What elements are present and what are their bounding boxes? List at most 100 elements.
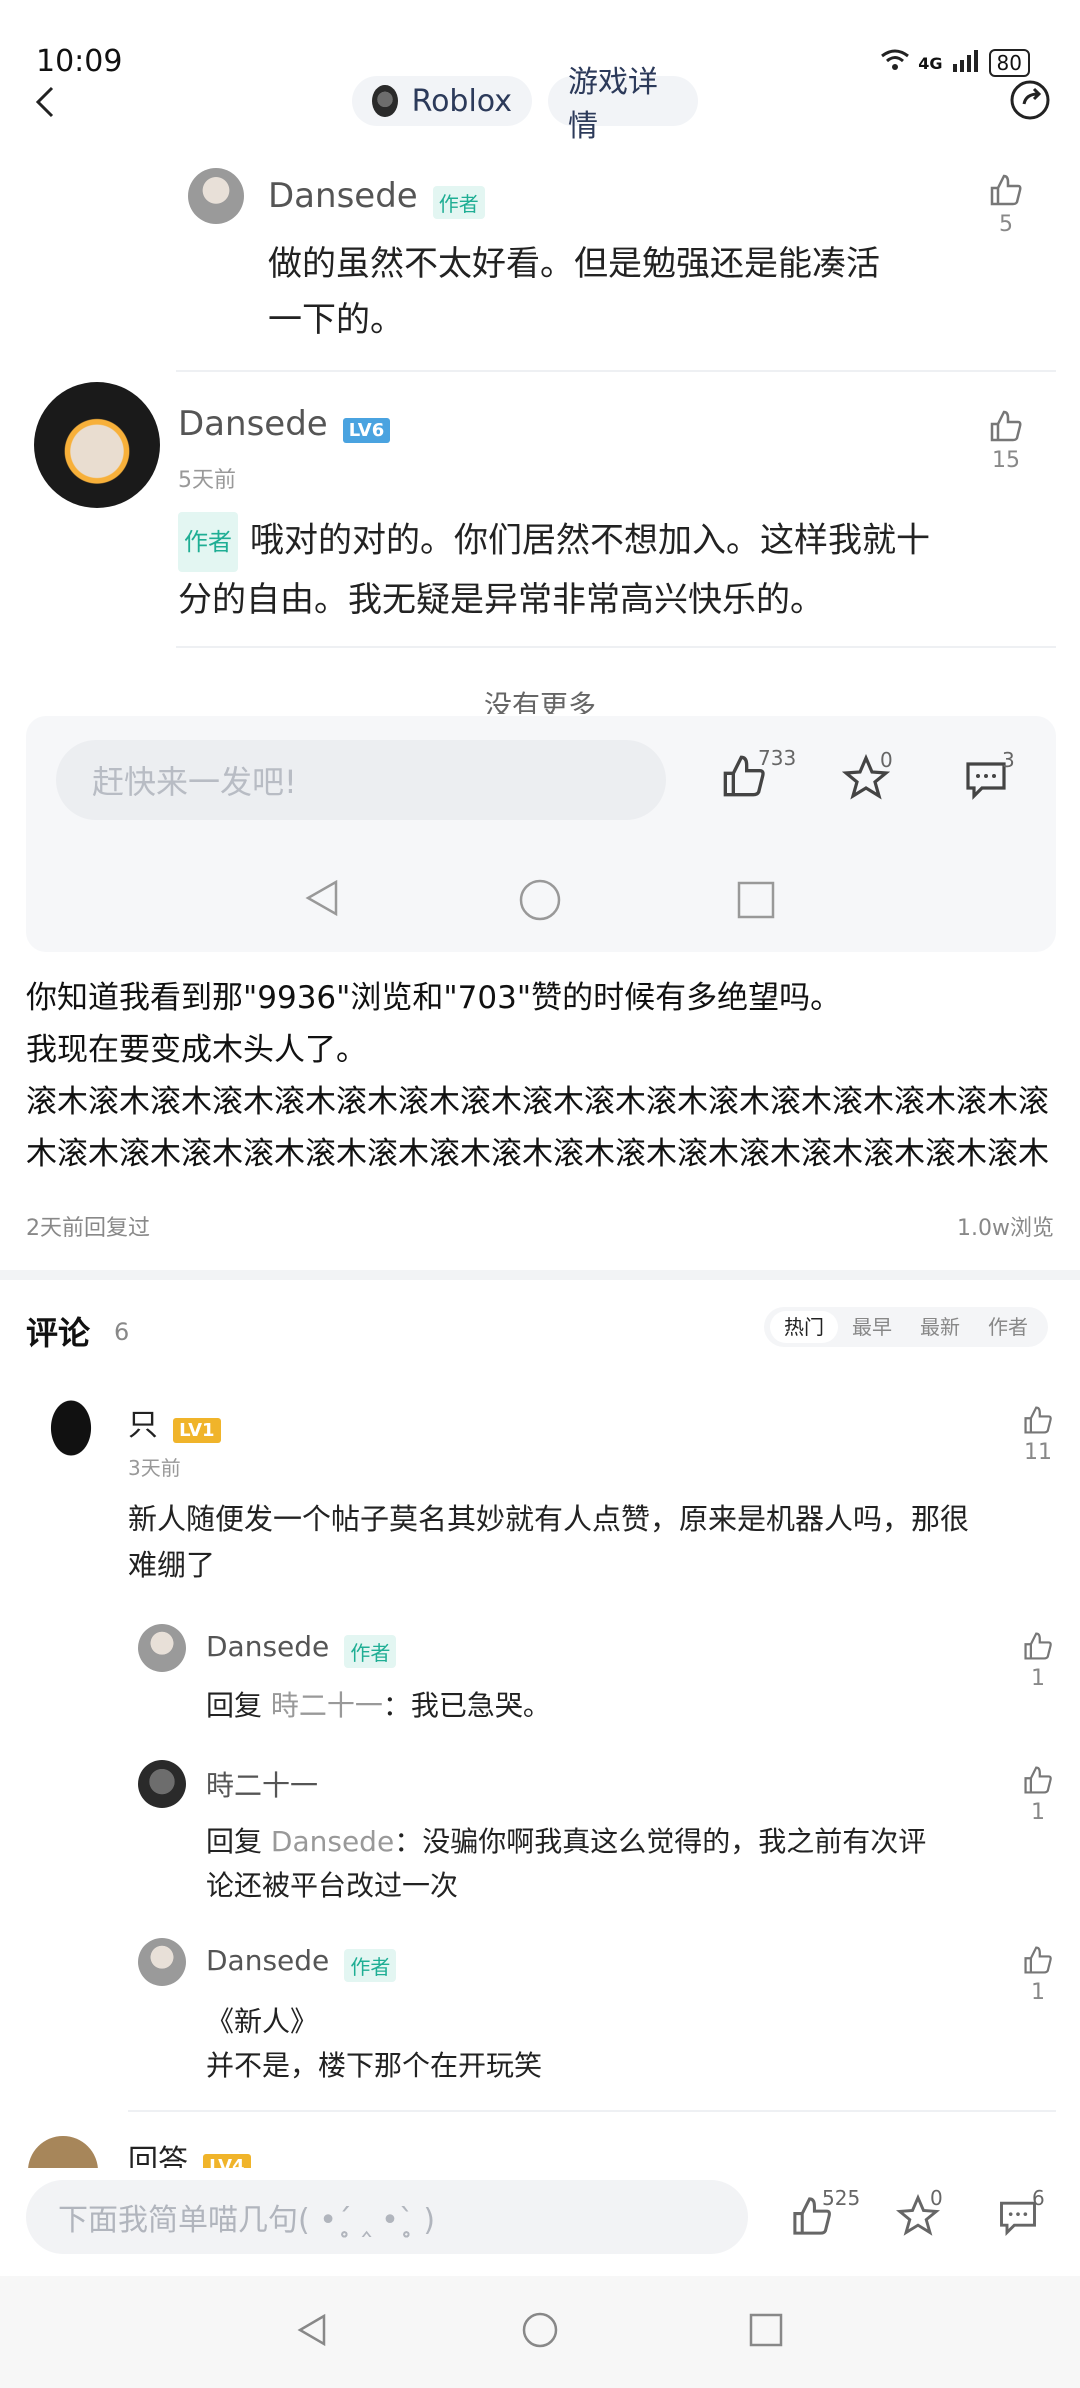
- avatar[interactable]: [36, 1396, 106, 1476]
- comment-input[interactable]: 下面我简单喵几句( •´̥̥̥ ‸ •`̥̥̥ ): [26, 2180, 748, 2254]
- author-tag: 作者: [432, 186, 485, 219]
- comment-count: 6: [1032, 2186, 1045, 2210]
- like-count: 525: [822, 2186, 861, 2210]
- game-pill[interactable]: Roblox: [352, 76, 532, 126]
- thumbs-up-icon: [1024, 1946, 1052, 1974]
- like-count: 11: [1024, 1440, 1052, 1465]
- tab-hot[interactable]: 热门: [770, 1311, 838, 1343]
- divider: [176, 370, 1056, 372]
- user-name[interactable]: 只: [128, 1408, 158, 1443]
- level-badge: LV1: [173, 1418, 221, 1443]
- user-name[interactable]: 回答: [128, 2144, 188, 2168]
- embedded-nav-recent-icon: [736, 880, 776, 924]
- game-details-button[interactable]: 游戏详情: [548, 65, 698, 144]
- post-body: 你知道我看到那"9936"浏览和"703"赞的时候有多绝望吗。 我现在要变成木头…: [26, 980, 1049, 1172]
- comment-button[interactable]: 6: [996, 2186, 1045, 2242]
- partial-comment: 回答 LV4: [0, 2126, 1080, 2168]
- like-button[interactable]: 11: [1018, 1404, 1058, 1465]
- no-more-text: 没有更多: [483, 689, 596, 714]
- network-type: 4G: [918, 53, 943, 73]
- like-count: 5: [999, 212, 1013, 237]
- like-button[interactable]: 525: [790, 2186, 860, 2242]
- reply-text: 作者 哦对的对的。你们居然不想加入。这样我就十 分的自由。我无疑是异常非常高兴快乐…: [178, 512, 1018, 628]
- like-count: 1: [1031, 1800, 1045, 1825]
- nav-home-button[interactable]: [520, 2310, 560, 2354]
- status-time: 10:09: [36, 44, 123, 79]
- level-badge: LV6: [342, 418, 391, 443]
- reply-text: 做的虽然不太好看。但是勉强还是能凑活 一下的。: [268, 244, 880, 340]
- tab-earliest[interactable]: 最早: [838, 1311, 906, 1343]
- thumbs-up-icon: [1024, 1632, 1052, 1660]
- like-button[interactable]: 1: [1018, 1764, 1058, 1825]
- favorite-button[interactable]: 0: [895, 2186, 943, 2242]
- section-separator: [0, 1270, 1080, 1280]
- reply-header: 時二十一: [206, 1764, 318, 1804]
- divider: [128, 2110, 1056, 2112]
- like-button[interactable]: 15: [986, 408, 1026, 473]
- like-count: 1: [1031, 1980, 1045, 2005]
- reply-target: Dansede: [270, 1825, 395, 1858]
- nav-back-button[interactable]: [292, 2310, 332, 2354]
- thumbs-up-icon: [1024, 1766, 1052, 1794]
- divider: [176, 646, 1056, 648]
- avatar[interactable]: [138, 1760, 186, 1808]
- user-name[interactable]: Dansede: [206, 1630, 329, 1663]
- tab-latest[interactable]: 最新: [906, 1311, 974, 1343]
- battery-indicator: 80: [988, 49, 1030, 77]
- avatar[interactable]: [28, 2136, 98, 2168]
- embedded-like: 733: [720, 746, 796, 804]
- game-details-label: 游戏详情: [568, 65, 658, 144]
- reply-text: 《新人》 并不是，楼下那个在开玩笑: [206, 2005, 543, 2082]
- circle-home-icon: [522, 2312, 558, 2348]
- thumbs-up-icon: [990, 410, 1022, 442]
- view-count: 1.0w浏览: [957, 1216, 1054, 1241]
- nav-recent-button[interactable]: [748, 2312, 784, 2352]
- user-name[interactable]: Dansede: [268, 176, 418, 216]
- like-button[interactable]: 5: [986, 172, 1026, 237]
- like-count: 15: [992, 448, 1020, 473]
- thumbs-up-icon: [1024, 1406, 1052, 1434]
- comment-text: 新人随便发一个帖子莫名其妙就有人点赞，原来是机器人吗，那很 难绷了: [128, 1502, 970, 1582]
- chevron-left-icon: [35, 86, 54, 118]
- user-name[interactable]: 時二十一: [206, 1769, 318, 1802]
- reply-text: 回复 Dansede：没骗你啊我真这么觉得的，我之前有次评 论还被平台改过一次: [206, 1825, 927, 1902]
- signal-icon: [951, 48, 981, 78]
- square-recent-icon: [749, 2313, 783, 2347]
- reply-target: 時二十一: [270, 1689, 383, 1722]
- avatar[interactable]: [138, 1938, 186, 1986]
- embedded-comment-input: 赶快来一发吧!: [56, 740, 666, 820]
- reply-header: Dansede 作者: [206, 1944, 397, 1982]
- comments-count: 6: [114, 1318, 130, 1346]
- game-icon: [372, 85, 398, 117]
- tab-author[interactable]: 作者: [974, 1311, 1042, 1343]
- avatar[interactable]: [188, 168, 244, 224]
- comments-title: 评论: [26, 1314, 91, 1352]
- user-name[interactable]: Dansede: [206, 1944, 329, 1977]
- author-tag: 作者: [344, 1635, 397, 1668]
- thread-reply-header: Dansede 作者: [268, 176, 485, 219]
- embedded-comment: 3: [962, 748, 1015, 806]
- avatar[interactable]: [138, 1624, 186, 1672]
- like-button[interactable]: 1: [1018, 1944, 1058, 2005]
- favorite-count: 0: [930, 2186, 943, 2210]
- user-name[interactable]: Dansede: [178, 404, 328, 444]
- game-name: Roblox: [411, 83, 512, 119]
- level-badge: LV4: [203, 2154, 251, 2168]
- share-icon: [1010, 80, 1050, 120]
- like-button[interactable]: 1: [1018, 1630, 1058, 1691]
- sort-tabs: 热门 最早 最新 作者: [764, 1307, 1048, 1347]
- back-button[interactable]: [28, 82, 68, 122]
- comment-header: 只 LV1: [128, 1400, 221, 1444]
- embedded-nav-back-icon: [300, 876, 344, 924]
- embedded-nav-home-icon: [518, 878, 562, 926]
- author-tag: 作者: [344, 1949, 397, 1982]
- share-button[interactable]: [1008, 78, 1052, 122]
- wifi-icon: [880, 48, 910, 78]
- reply-text: 回复 時二十一：我已急哭。: [206, 1689, 551, 1722]
- replied-time: 2天前回复过: [26, 1216, 150, 1241]
- embedded-favorite: 0: [841, 748, 893, 806]
- like-count: 1: [1031, 1666, 1045, 1691]
- thumbs-up-icon: [990, 174, 1022, 206]
- timestamp: 3天前: [128, 1456, 181, 1480]
- avatar[interactable]: [34, 382, 160, 508]
